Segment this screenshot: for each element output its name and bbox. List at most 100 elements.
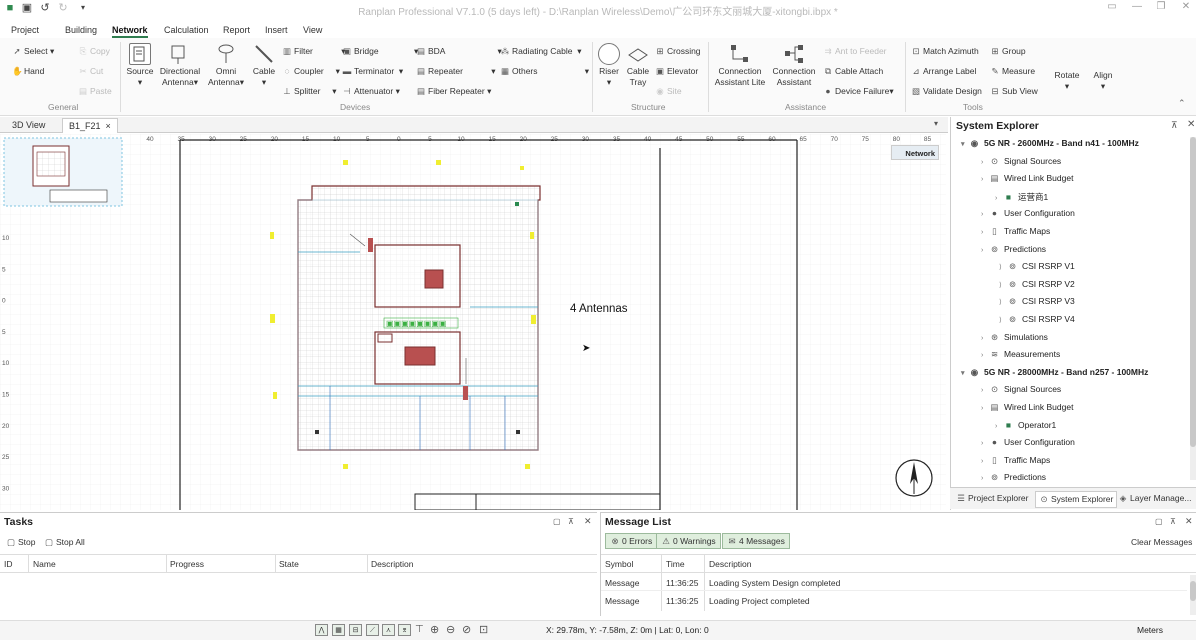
expand-arrow-icon[interactable]: ⟩ xyxy=(999,298,1007,306)
validate-design-button[interactable]: ▧ Validate Design xyxy=(911,86,982,97)
expand-arrow-icon[interactable]: › xyxy=(981,229,989,236)
expand-arrow-icon[interactable]: › xyxy=(981,335,989,342)
expand-arrow-icon[interactable]: ▾ xyxy=(961,369,969,377)
maximize-icon[interactable]: ❐ xyxy=(1153,1,1169,15)
expand-arrow-icon[interactable]: ▾ xyxy=(961,140,969,148)
close-panel-icon[interactable]: ✕ xyxy=(1185,516,1193,527)
col-symbol[interactable]: Symbol xyxy=(605,559,633,569)
pan-icon[interactable]: ⊤ xyxy=(415,624,424,635)
tree-item[interactable]: ⟩ ⊚ CSI RSRP V4 xyxy=(999,314,1075,325)
attenuator-button[interactable]: ⊣ Attenuator ▾ xyxy=(342,86,400,97)
tabs-dropdown-icon[interactable]: ▾ xyxy=(934,119,938,128)
match-azimuth-button[interactable]: ⊡ Match Azimuth xyxy=(911,46,978,57)
expand-arrow-icon[interactable]: ⟩ xyxy=(999,316,1007,324)
cut-button[interactable]: ✂ Cut xyxy=(78,66,103,77)
tree-item[interactable]: ⟩ ⊚ CSI RSRP V1 xyxy=(999,261,1075,272)
expand-arrow-icon[interactable]: › xyxy=(981,352,989,359)
close-panel-icon[interactable]: ✕ xyxy=(1187,119,1195,130)
col-progress[interactable]: Progress xyxy=(170,559,204,569)
elevator-button[interactable]: ▣ Elevator xyxy=(655,66,698,77)
tree-item[interactable]: › ⊙ Signal Sources xyxy=(981,156,1061,167)
sub-view-button[interactable]: ⊟ Sub View xyxy=(990,86,1037,97)
close-panel-icon[interactable]: ✕ xyxy=(584,516,592,527)
minimize-icon[interactable]: — xyxy=(1129,1,1145,15)
col-description[interactable]: Description xyxy=(371,559,414,569)
menu-building[interactable]: Building xyxy=(65,25,97,35)
expand-arrow-icon[interactable]: ⟩ xyxy=(999,263,1007,271)
collapse-ribbon-icon[interactable]: ⌃ xyxy=(1178,98,1186,109)
tree-item[interactable]: › ▯ Traffic Maps xyxy=(981,455,1050,466)
tab-b1-f21[interactable]: B1_F21 × xyxy=(62,118,118,133)
radiating-cable-button[interactable]: ⁂ Radiating Cable ▾ xyxy=(500,46,582,57)
tree-item[interactable]: ⟩ ⊚ CSI RSRP V3 xyxy=(999,296,1075,307)
tree-scrollbar[interactable] xyxy=(1190,137,1196,480)
tree-item[interactable]: › ■ 运营商1 xyxy=(995,191,1048,203)
stop-all-button[interactable]: ▢ Stop All xyxy=(44,537,85,548)
close-window-icon[interactable]: ✕ xyxy=(1178,1,1194,15)
menu-network[interactable]: Network xyxy=(112,25,148,38)
cable-button[interactable]: Cable ▾ xyxy=(250,43,278,88)
menu-report[interactable]: Report xyxy=(223,25,250,35)
col-msg-description[interactable]: Description xyxy=(709,559,752,569)
measure-button[interactable]: ✎ Measure xyxy=(990,66,1035,77)
tab-3d-view[interactable]: 3D View xyxy=(6,118,51,133)
tree-item[interactable]: › ⊛ Simulations xyxy=(981,332,1048,343)
maximize-panel-icon[interactable]: ▢ xyxy=(1155,517,1163,526)
cable-attach-button[interactable]: ⧉ Cable Attach xyxy=(823,66,883,77)
zoom-in-icon[interactable]: ⊕ xyxy=(430,623,439,636)
arrange-label-button[interactable]: ⊿ Arrange Label xyxy=(911,66,976,77)
col-id[interactable]: ID xyxy=(4,559,13,569)
floor-plan-canvas[interactable]: 4035302520151050510152025303540455055606… xyxy=(0,134,946,510)
tab-system-explorer[interactable]: ⊙ System Explorer xyxy=(1035,491,1118,508)
connection-assistant-lite-button[interactable]: Connection Assistant Lite xyxy=(712,43,768,88)
menu-calculation[interactable]: Calculation xyxy=(164,25,209,35)
tree-item[interactable]: › ⊚ Predictions xyxy=(981,472,1046,483)
repeater-button[interactable]: ▤ Repeater ▾ xyxy=(416,66,496,77)
others-button[interactable]: ▦ Others ▾ xyxy=(500,66,589,77)
zoom-window-icon[interactable]: ⊘ xyxy=(462,623,471,636)
tree-item[interactable]: › ≋ Measurements xyxy=(981,349,1060,360)
splitter-button[interactable]: ⊥ Splitter ▾ xyxy=(282,86,336,97)
riser-button[interactable]: Riser ▾ xyxy=(596,43,622,88)
tab-project-explorer[interactable]: ☰ Project Explorer xyxy=(953,491,1031,506)
expand-arrow-icon[interactable]: › xyxy=(981,247,989,254)
col-name[interactable]: Name xyxy=(33,559,56,569)
terminator-button[interactable]: ▬ Terminator ▾ xyxy=(342,66,403,77)
crossing-button[interactable]: ⊞ Crossing xyxy=(655,46,700,57)
device-failure-button[interactable]: ● Device Failure▾ xyxy=(823,86,893,97)
grid-toggle-icon[interactable]: ▦ xyxy=(332,624,345,636)
col-state[interactable]: State xyxy=(279,559,299,569)
tree-item[interactable]: › ● User Configuration xyxy=(981,208,1075,218)
cable-tray-button[interactable]: Cable Tray xyxy=(624,43,652,88)
connection-assistant-button[interactable]: Connection Assistant xyxy=(770,43,818,88)
fiber-repeater-button[interactable]: ▤ Fiber Repeater ▾ xyxy=(416,86,491,97)
maximize-panel-icon[interactable]: ▢ xyxy=(553,517,561,526)
tree-item[interactable]: › ⊚ Predictions xyxy=(981,244,1046,255)
pin-icon[interactable]: ⊼ xyxy=(1171,120,1178,131)
tree-item[interactable]: › ⊙ Signal Sources xyxy=(981,384,1061,395)
paste-button[interactable]: ▤ Paste xyxy=(78,86,112,97)
expand-arrow-icon[interactable]: › xyxy=(981,176,989,183)
omni-antenna-button[interactable]: Omni Antenna▾ xyxy=(206,43,246,88)
pin-icon[interactable]: ⊼ xyxy=(1170,517,1176,526)
expand-arrow-icon[interactable]: › xyxy=(981,211,989,218)
filter-button[interactable]: ▥ Filter ▾ xyxy=(282,46,346,57)
units-indicator[interactable]: Meters xyxy=(1137,625,1163,635)
pin-icon[interactable]: ⊼ xyxy=(568,517,574,526)
tracking-icon[interactable]: ⌆ xyxy=(398,624,411,636)
expand-arrow-icon[interactable]: › xyxy=(981,159,989,166)
zoom-out-icon[interactable]: ⊖ xyxy=(446,623,455,636)
tree-item[interactable]: › ● User Configuration xyxy=(981,437,1075,447)
bda-button[interactable]: ▤ BDA ▾ xyxy=(416,46,502,57)
expand-arrow-icon[interactable]: › xyxy=(981,387,989,394)
network-layer-badge[interactable]: Network xyxy=(891,145,939,160)
errors-filter-button[interactable]: ⊗ 0 Errors xyxy=(605,533,658,549)
ortho-toggle-icon[interactable]: ⊟ xyxy=(349,624,362,636)
tree-item[interactable]: ▾ ◉ 5G NR - 2600MHz - Band n41 - 100MHz xyxy=(961,138,1139,149)
copy-button[interactable]: ⎘ Copy xyxy=(78,46,110,57)
message-scrollbar[interactable] xyxy=(1190,575,1196,615)
site-button[interactable]: ◉ Site xyxy=(655,86,681,97)
col-time[interactable]: Time xyxy=(666,559,685,569)
tab-layer-manager[interactable]: ◈ Layer Manage... xyxy=(1115,491,1194,506)
select-button[interactable]: ➚ Select ▾ xyxy=(12,46,54,57)
